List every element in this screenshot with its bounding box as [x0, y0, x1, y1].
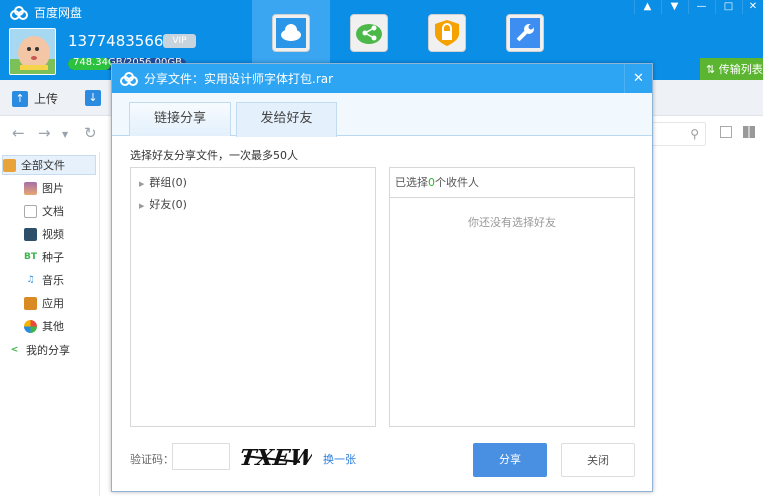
lock-icon	[435, 20, 459, 46]
bt-icon: BT	[24, 251, 37, 262]
expand-arrow-icon: ▶	[139, 202, 145, 210]
minimize-icon[interactable]: —	[688, 0, 714, 14]
sidebar-item-6[interactable]: 应用	[24, 293, 64, 313]
history-dropdown-icon[interactable]: ▼	[62, 130, 68, 139]
expand-arrow-icon: ▶	[139, 180, 145, 188]
tree-item-label: 好友(0)	[149, 198, 187, 211]
folder-icon	[3, 158, 16, 172]
friend-tree: ▶ 群组(0) ▶ 好友(0)	[130, 167, 376, 427]
grid-view-icon[interactable]	[743, 126, 755, 138]
recipient-count: 已选择0个收件人	[390, 168, 634, 198]
sidebar-item-2[interactable]: 文档	[24, 201, 64, 221]
sidebar-item-label: 全部文件	[21, 159, 65, 172]
maximize-icon[interactable]: □	[715, 0, 741, 14]
document-icon	[24, 204, 37, 218]
sidebar-item-label: 图片	[42, 182, 64, 195]
captcha-input[interactable]	[172, 443, 230, 470]
sidebar-item-0[interactable]: 全部文件	[2, 155, 96, 175]
download-icon: ↓	[85, 90, 101, 106]
sidebar-item-5[interactable]: ♫ 音乐	[24, 270, 64, 290]
sidebar-item-3[interactable]: 视频	[24, 224, 64, 244]
tree-item-label: 群组(0)	[149, 176, 187, 189]
selected-suffix: 个收件人	[435, 176, 479, 189]
baidu-cloud-logo-icon	[120, 71, 138, 86]
other-icon	[24, 319, 37, 333]
vip-badge[interactable]: VIP	[163, 34, 196, 48]
upload-icon: ↑	[12, 90, 28, 107]
download-button[interactable]: ↓	[85, 90, 101, 106]
instruction-text: 选择好友分享文件，一次最多50人	[130, 149, 298, 162]
user-name: 1377483566a	[68, 32, 173, 50]
sidebar-item-label: 视频	[42, 228, 64, 241]
bell-icon[interactable]: ▲	[634, 0, 660, 14]
share-button[interactable]: 分享	[473, 443, 547, 477]
app-icon	[24, 296, 37, 310]
transfer-icon: ⇅	[706, 63, 719, 76]
music-icon: ♫	[26, 274, 35, 285]
upload-button[interactable]: ↑ 上传	[12, 90, 58, 107]
list-view-icon[interactable]	[720, 126, 732, 138]
refresh-captcha-link[interactable]: 换一张	[323, 451, 356, 467]
cloud-icon	[276, 18, 306, 48]
captcha-label: 验证码：	[130, 453, 174, 466]
back-icon[interactable]: ←	[12, 124, 25, 142]
recipient-panel: 已选择0个收件人 你还没有选择好友	[389, 167, 635, 427]
svg-text:TXEW: TXEW	[240, 445, 312, 471]
captcha-image[interactable]: TXEW	[238, 442, 319, 472]
app-brand: 百度网盘	[10, 4, 82, 21]
transfer-label: 传输列表	[718, 63, 763, 76]
sidebar-item-label: 种子	[42, 251, 64, 264]
share-dialog: 链接分享 发给好友 选择好友分享文件，一次最多50人 ▶ 群组(0) ▶ 好友(0)…	[111, 63, 653, 492]
tree-item-friends[interactable]: ▶ 好友(0)	[139, 196, 187, 212]
forward-icon[interactable]: →	[38, 124, 51, 142]
empty-recipients-text: 你还没有选择好友	[468, 216, 556, 229]
sidebar-item-label: 文档	[42, 205, 64, 218]
baidu-cloud-logo-icon	[10, 5, 28, 20]
tree-item-groups[interactable]: ▶ 群组(0)	[139, 174, 187, 190]
sidebar-item-1[interactable]: 图片	[24, 178, 64, 198]
app-title: 百度网盘	[34, 6, 83, 20]
sidebar-item-4[interactable]: BT 种子	[24, 247, 64, 267]
refresh-icon[interactable]: ↻	[84, 124, 97, 142]
video-icon	[24, 227, 37, 241]
menu-icon[interactable]: ▼	[661, 0, 687, 14]
close-icon[interactable]: ✕	[742, 0, 763, 14]
dialog-close-icon[interactable]: ✕	[624, 64, 652, 93]
upload-label: 上传	[34, 92, 59, 106]
sidebar-item-label: 应用	[42, 297, 64, 310]
sidebar-item-8[interactable]: < 我的分享	[8, 340, 70, 360]
sidebar-item-label: 其他	[42, 320, 64, 333]
transfer-list-button[interactable]: ⇅ 传输列表	[700, 58, 763, 82]
dialog-header: 分享文件：实用设计师字体打包.rar	[112, 64, 622, 93]
selected-count: 0	[428, 176, 435, 189]
tab-send-to-friends[interactable]: 发给好友	[236, 102, 337, 137]
share-icon: <	[10, 344, 19, 355]
sidebar-item-label: 音乐	[42, 274, 64, 287]
dialog-title: 分享文件：实用设计师字体打包.rar	[144, 72, 334, 86]
search-icon: ⚲	[690, 127, 699, 141]
selected-prefix: 已选择	[395, 176, 428, 189]
close-button[interactable]: 关闭	[561, 443, 635, 477]
sidebar-item-7[interactable]: 其他	[24, 316, 64, 336]
sidebar-item-label: 我的分享	[26, 344, 70, 357]
wrench-icon	[510, 18, 540, 48]
tab-link-share[interactable]: 链接分享	[129, 102, 231, 136]
share-icon	[356, 24, 382, 44]
avatar[interactable]	[9, 28, 56, 75]
image-icon	[24, 181, 37, 195]
